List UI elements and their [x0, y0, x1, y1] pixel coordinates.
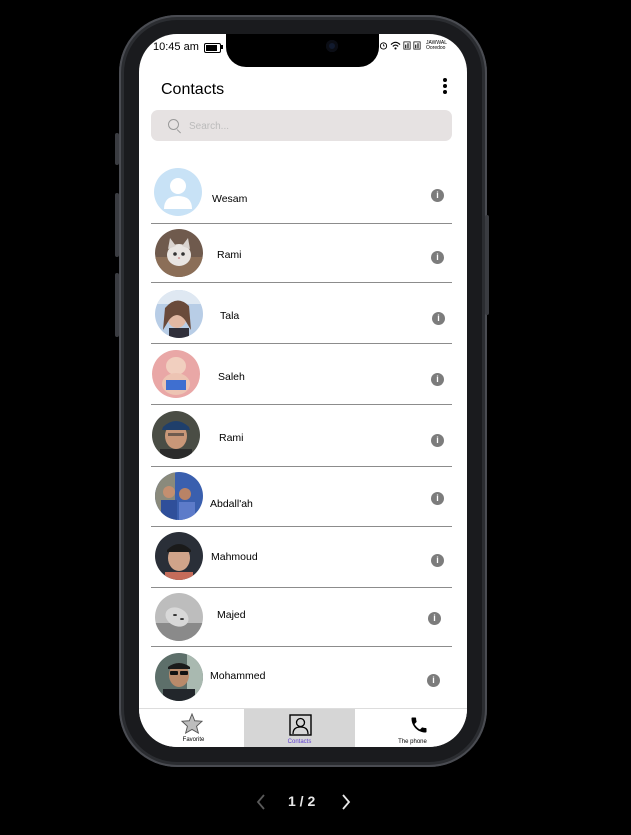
divider — [151, 282, 452, 283]
page-title: Contacts — [161, 81, 225, 98]
sunglasses-photo — [155, 653, 203, 701]
mute-switch — [115, 133, 119, 165]
signal-icon — [403, 41, 411, 50]
contact-name: Tala — [220, 310, 240, 322]
status-time: 10:45 am — [153, 41, 199, 53]
bw-photo — [155, 593, 203, 641]
divider — [151, 343, 452, 344]
contact-name: Rami — [219, 432, 244, 444]
divider — [151, 223, 452, 224]
notch — [226, 34, 379, 67]
kitten-photo — [155, 229, 203, 277]
search-icon — [168, 119, 179, 130]
tab-label: Contacts — [287, 739, 312, 745]
search-bar[interactable] — [151, 110, 452, 141]
battery-tip — [221, 45, 223, 49]
tab-label: Favorite — [182, 737, 205, 743]
carrier-2: Ooredoo — [426, 45, 446, 51]
more-options-icon[interactable] — [442, 78, 448, 96]
info-icon[interactable]: i — [431, 189, 444, 202]
man-cap-photo — [152, 411, 200, 459]
power-button — [485, 215, 489, 315]
alarm-icon — [379, 42, 388, 50]
info-icon[interactable]: i — [431, 554, 444, 567]
bottom-tab-bar: Favorite Contacts The phone — [139, 708, 467, 747]
info-icon[interactable]: i — [431, 434, 444, 447]
info-icon[interactable]: i — [431, 251, 444, 264]
selfie-photo — [155, 290, 203, 338]
divider — [151, 526, 452, 527]
contact-item[interactable]: Tala i — [151, 290, 452, 345]
divider — [151, 587, 452, 588]
contact-item[interactable]: Saleh i — [151, 350, 452, 406]
contact-item[interactable]: Mahmoud i — [151, 532, 452, 588]
baby-photo — [152, 350, 200, 398]
star-icon — [181, 713, 203, 734]
info-icon[interactable]: i — [431, 492, 444, 505]
chevron-left-icon[interactable] — [255, 793, 267, 811]
divider — [151, 466, 452, 467]
contact-name: Saleh — [218, 371, 245, 383]
wifi-icon — [390, 41, 401, 50]
contact-item[interactable]: Wesam i — [151, 168, 452, 224]
carrier-names: JAWWAL Ooredoo — [426, 41, 447, 51]
contact-item[interactable]: Rami i — [151, 229, 452, 284]
volume-up-button — [115, 193, 119, 257]
default-avatar-icon — [154, 168, 202, 216]
phone-icon — [411, 717, 427, 733]
status-icons — [379, 41, 421, 50]
info-icon[interactable]: i — [432, 312, 445, 325]
info-icon[interactable]: i — [431, 373, 444, 386]
contacts-icon — [289, 714, 312, 736]
chevron-right-icon[interactable] — [340, 793, 352, 811]
volume-down-button — [115, 273, 119, 337]
tab-label: The phone — [398, 739, 427, 745]
tab-favorite[interactable]: Favorite — [139, 709, 248, 747]
contact-name: Rami — [217, 249, 242, 261]
info-icon[interactable]: i — [428, 612, 441, 625]
contact-item[interactable]: Mohammed i — [151, 653, 452, 705]
contact-name: Mohammed — [210, 670, 266, 682]
contact-name: Mahmoud — [211, 551, 258, 563]
tab-phone[interactable]: The phone — [358, 709, 467, 747]
phone-screen: 10:45 am JAWWAL Ooredoo Contacts Wesam i — [139, 34, 467, 747]
man-photo — [155, 532, 203, 580]
page-indicator: 1 / 2 — [288, 793, 316, 809]
front-camera — [326, 40, 338, 52]
pager: 1 / 2 — [255, 789, 355, 813]
group-photo — [155, 472, 203, 520]
contact-item[interactable]: Majed i — [151, 593, 452, 648]
info-icon[interactable]: i — [427, 674, 440, 687]
search-input[interactable] — [187, 116, 441, 136]
contact-item[interactable]: Rami i — [151, 411, 452, 467]
contact-item[interactable]: Abdall'ah i — [151, 472, 452, 527]
contact-name: Majed — [217, 609, 246, 621]
battery-icon — [204, 43, 221, 53]
contact-name: Wesam — [212, 193, 248, 205]
contact-name: Abdall'ah — [210, 498, 253, 510]
signal-icon-2 — [413, 41, 421, 50]
divider — [151, 404, 452, 405]
divider — [151, 646, 452, 647]
tab-contacts[interactable]: Contacts — [244, 709, 355, 747]
